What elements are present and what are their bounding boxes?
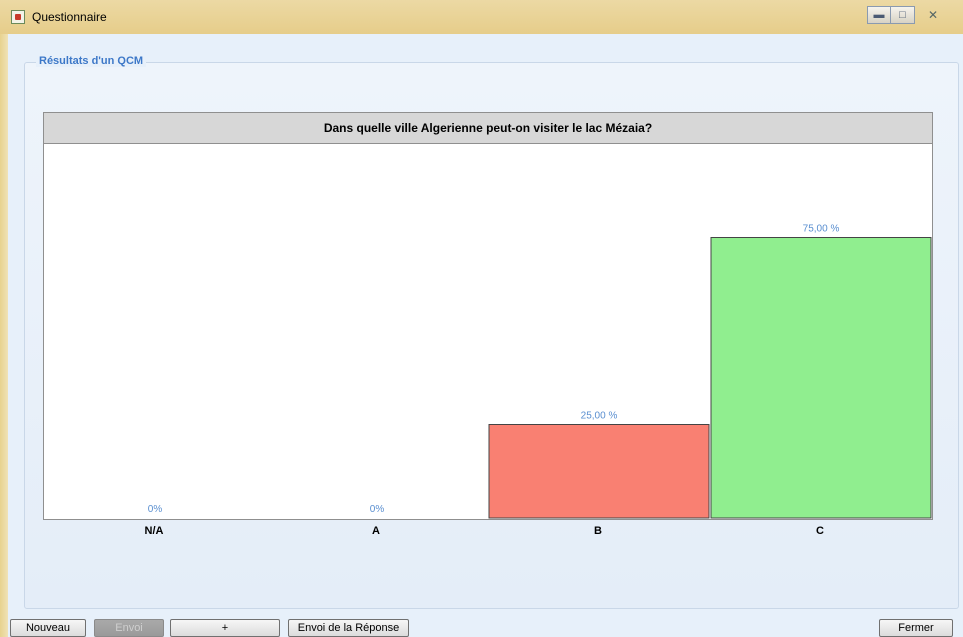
nouveau-button[interactable]: Nouveau	[10, 619, 86, 637]
app-icon	[11, 10, 25, 24]
bar-b	[488, 424, 710, 519]
tick-label: B	[594, 525, 602, 537]
data-label: 25,00 %	[581, 411, 618, 422]
tick-label: A	[372, 525, 380, 537]
tick-label: C	[816, 525, 824, 537]
group-legend: Résultats d'un QCM	[36, 55, 147, 67]
close-icon[interactable]: ✕	[915, 6, 951, 24]
chart-plot: 0% 0% 25,00 % 75,00 %	[148, 224, 932, 519]
envoi-button[interactable]: Envoi	[94, 619, 164, 637]
window-border	[0, 34, 8, 637]
envoi-reponse-button[interactable]: Envoi de la Réponse	[288, 619, 409, 637]
window-controls: ▬ □ ✕	[867, 6, 951, 24]
data-label: 0%	[370, 504, 385, 515]
data-label: 75,00 %	[803, 224, 840, 235]
maximize-icon[interactable]: □	[891, 6, 915, 24]
plus-button[interactable]: +	[170, 619, 280, 637]
title-bar[interactable]: Questionnaire ▬ □ ✕	[0, 0, 963, 34]
fermer-button[interactable]: Fermer	[879, 619, 953, 637]
bar-c	[710, 237, 932, 519]
data-label: 0%	[148, 504, 163, 515]
results-chart: Dans quelle ville Algerienne peut-on vis…	[43, 112, 933, 520]
tick-label: N/A	[144, 525, 164, 537]
window-title: Questionnaire	[32, 10, 107, 24]
minimize-icon[interactable]: ▬	[867, 6, 891, 24]
